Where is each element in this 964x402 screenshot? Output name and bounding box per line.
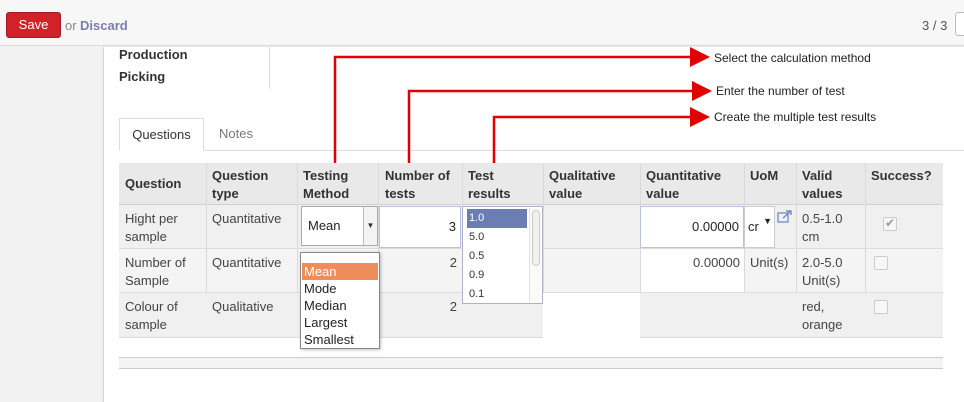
arrow-multi-results [492, 107, 710, 163]
arrow-calc-method [333, 47, 710, 163]
annotation-calc-method: Select the calculation method [714, 51, 871, 65]
arrow-num-tests [407, 81, 712, 163]
annotation-num-tests: Enter the number of test [716, 84, 845, 98]
annotation-multi-results: Create the multiple test results [714, 110, 877, 124]
